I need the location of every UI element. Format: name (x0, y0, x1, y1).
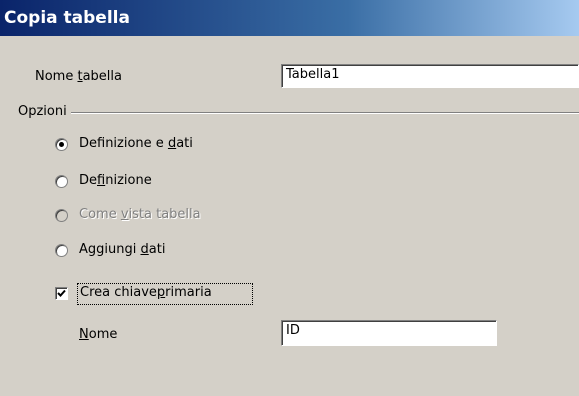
dialog-title: Copia tabella (4, 8, 130, 28)
table-name-label-rest: abella (82, 69, 122, 84)
radio-definition-and-data-label[interactable]: Definizione e dati (79, 136, 193, 151)
radio-definition-and-data[interactable] (55, 138, 68, 151)
key-name-value: ID (286, 323, 300, 338)
checkbox-label-mnemonic: p (156, 285, 166, 300)
key-name-label-mnemonic: N (79, 327, 89, 342)
checkmark-icon (57, 289, 66, 297)
table-name-value: Tabella1 (286, 67, 340, 82)
table-name-input[interactable]: Tabella1 (281, 64, 579, 88)
radio-label-rest: ati (176, 136, 193, 151)
create-primary-key-checkbox[interactable] (55, 287, 68, 300)
radio-label-mnemonic: d (140, 242, 149, 257)
radio-label-rest: inizione (105, 173, 152, 188)
radio-definition-label[interactable]: Definizione (79, 173, 152, 188)
radio-label-part: Definizione e (79, 136, 168, 151)
radio-label-part: De (79, 173, 98, 188)
radio-label-mnemonic: d (167, 136, 177, 151)
radio-label-mnemonic: f (97, 173, 106, 188)
radio-selected-dot (59, 142, 64, 147)
key-name-input[interactable]: ID (281, 320, 497, 346)
radio-as-table-view-label: Come vista tabella (79, 207, 201, 222)
radio-label-part: Come (79, 207, 121, 222)
radio-label-part: Aggiungi (79, 242, 141, 257)
key-name-label-rest: ome (88, 327, 118, 342)
title-bar[interactable]: Copia tabella (0, 0, 579, 36)
create-primary-key-label[interactable]: Crea chiaveprimaria (80, 285, 212, 300)
table-name-label: Nome tabella (35, 69, 122, 84)
radio-append-data[interactable] (55, 244, 68, 257)
radio-definition[interactable] (55, 175, 68, 188)
checkbox-label-rest: rimaria (165, 285, 212, 300)
radio-label-rest: ati (148, 242, 166, 257)
radio-label-mnemonic: v (120, 207, 129, 222)
table-name-label-part: Nome (35, 69, 78, 84)
checkbox-label-part: Crea chiave (80, 285, 157, 300)
options-group-label: Opzioni (18, 104, 67, 119)
options-group-divider (71, 112, 579, 114)
radio-as-table-view (55, 209, 68, 222)
radio-append-data-label[interactable]: Aggiungi dati (79, 242, 165, 257)
key-name-label: Nome (79, 327, 117, 342)
copy-table-dialog: Copia tabella Nome tabella Tabella1 Opzi… (0, 0, 579, 396)
radio-label-rest: ista tabella (128, 207, 201, 222)
